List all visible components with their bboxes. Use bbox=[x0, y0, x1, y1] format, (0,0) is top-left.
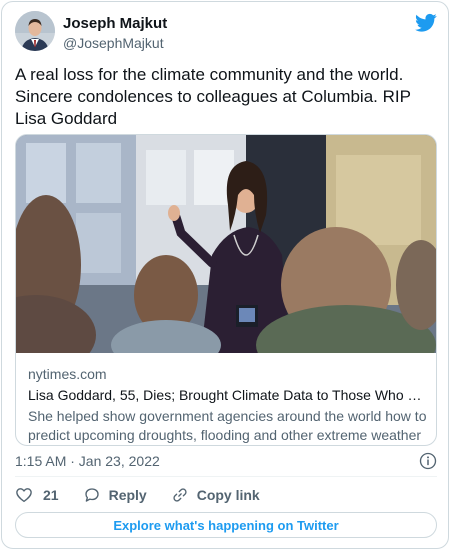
card-title[interactable]: Lisa Goddard, 55, Dies; Brought Climate … bbox=[28, 386, 428, 405]
copy-link-label: Copy link bbox=[196, 487, 260, 503]
article-photo bbox=[16, 135, 436, 353]
card-body: nytimes.com Lisa Goddard, 55, Dies; Brou… bbox=[28, 366, 428, 445]
speech-bubble-icon bbox=[84, 488, 99, 502]
timestamp-row: 1:15 AM · Jan 23, 2022 bbox=[15, 451, 437, 471]
author-names: Joseph Majkut @JosephMajkut bbox=[63, 15, 167, 52]
link-card[interactable]: nytimes.com Lisa Goddard, 55, Dies; Brou… bbox=[15, 134, 437, 446]
copy-link-button[interactable]: Copy link bbox=[171, 485, 260, 505]
link-icon bbox=[173, 488, 187, 502]
reply-button[interactable]: Reply bbox=[83, 485, 147, 505]
like-button[interactable]: 21 bbox=[15, 485, 59, 505]
twitter-bird-icon[interactable] bbox=[415, 13, 437, 33]
author-display-name[interactable]: Joseph Majkut bbox=[63, 15, 167, 33]
card-description: She helped show government agencies arou… bbox=[28, 408, 427, 443]
tweet-header: Joseph Majkut @JosephMajkut bbox=[15, 11, 437, 53]
heart-icon bbox=[16, 488, 32, 503]
author-handle[interactable]: @JosephMajkut bbox=[63, 34, 167, 52]
action-bar: 21 Reply Copy link bbox=[15, 484, 284, 506]
tweet-text: A real loss for the climate community an… bbox=[15, 65, 411, 128]
embedded-tweet: Joseph Majkut @JosephMajkut A real loss … bbox=[1, 1, 449, 549]
tweet-timestamp[interactable]: 1:15 AM · Jan 23, 2022 bbox=[15, 453, 160, 469]
avatar-photo bbox=[15, 11, 55, 51]
explore-twitter-button[interactable]: Explore what's happening on Twitter bbox=[15, 512, 437, 538]
card-domain: nytimes.com bbox=[28, 366, 107, 382]
like-count: 21 bbox=[43, 487, 59, 503]
reply-label: Reply bbox=[108, 487, 147, 503]
avatar[interactable] bbox=[15, 11, 55, 51]
divider bbox=[15, 476, 437, 477]
info-circle-icon[interactable] bbox=[419, 452, 437, 470]
